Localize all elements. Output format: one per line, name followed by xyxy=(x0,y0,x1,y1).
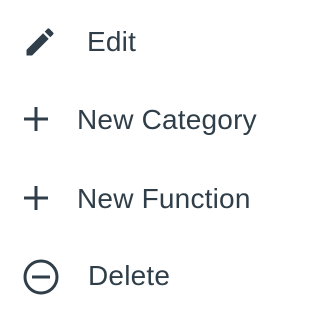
plus-icon xyxy=(21,104,51,134)
menu-item-label: New Function xyxy=(77,183,251,214)
menu-item-delete[interactable]: Delete xyxy=(0,247,292,307)
menu-item-new-function[interactable]: New Function xyxy=(0,170,292,230)
context-menu: Edit New Category New Function Delete xyxy=(0,0,292,322)
menu-item-label: Edit xyxy=(87,26,137,57)
minus-circle-icon xyxy=(22,258,60,296)
pencil-icon xyxy=(22,24,58,60)
menu-item-new-category[interactable]: New Category xyxy=(0,91,292,151)
menu-item-label: New Category xyxy=(77,104,257,135)
plus-icon xyxy=(21,183,51,213)
menu-item-edit[interactable]: Edit xyxy=(0,12,292,72)
menu-item-label: Delete xyxy=(88,260,171,291)
